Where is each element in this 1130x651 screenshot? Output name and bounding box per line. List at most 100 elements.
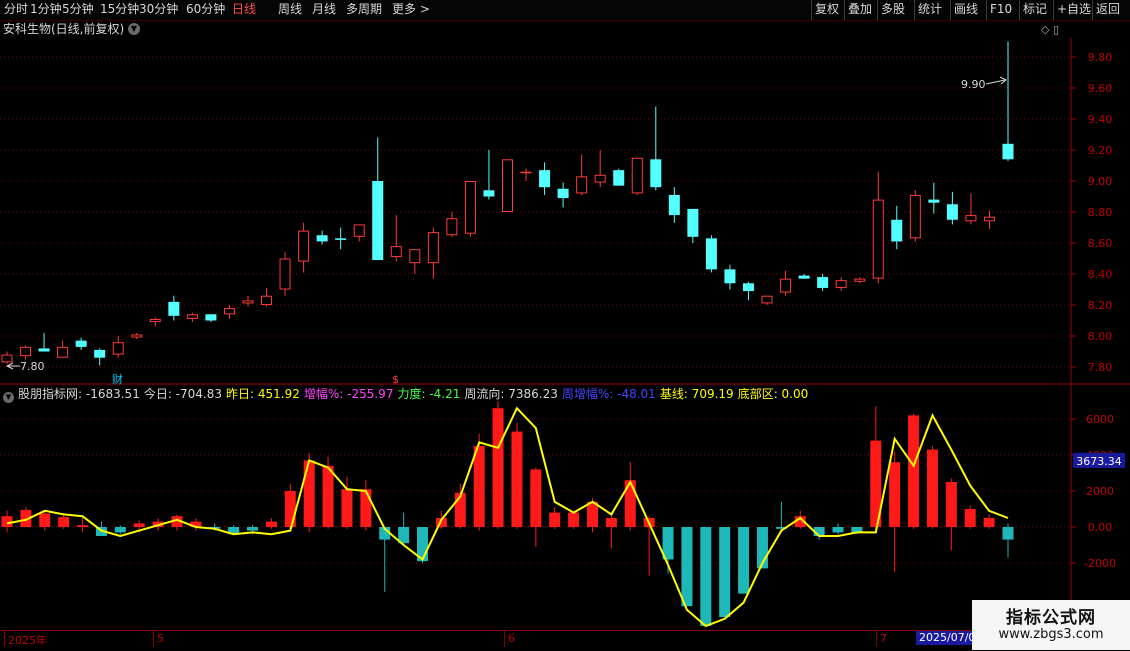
toolbar-button-7[interactable]: +自选 [1057,1,1091,18]
indicator-bar [549,512,561,527]
indicator-bar [926,449,938,527]
period-tab-1[interactable]: 1分钟 [30,1,62,18]
indicator-bar [1,516,13,527]
candle-down [94,349,106,358]
date-label: 2025年 [8,634,47,647]
min-price-label: 7.80 [20,360,45,373]
price-chart: 9.80 9.60 9.40 9.20 9.00 8.80 8.60 8.40 8.20 8.00… [0,38,1130,385]
finance-marker[interactable]: 财 [112,372,123,385]
period-tab-9[interactable]: 多周期 [346,1,382,18]
date-tick [876,631,877,647]
candle-down [928,199,940,203]
candle-up [520,171,532,174]
candle-down [316,235,328,242]
candle-down [687,208,699,237]
current-value-label: 3673.34 [1076,455,1122,468]
pane-settings-icon[interactable]: ◇ ▯ [1041,23,1059,36]
candle-up [835,280,847,288]
indicator-bar [492,408,504,527]
period-toolbar: 分时 1分钟 5分钟 15分钟 30分钟 60分钟 日线 周线 月线 多周期 更多 > 复权 叠加 多股统… [0,0,1130,21]
toolbar-button-6[interactable]: 标记 [1023,1,1047,18]
candle-down [75,340,87,347]
toolbar-button-3[interactable]: 统计 [918,1,942,18]
indicator-bar [945,482,957,527]
watermark-sub: www.zbgs3.com [998,627,1104,642]
price-tick-label: 9.80 [1088,51,1113,64]
period-tab-7[interactable]: 周线 [278,1,302,18]
candle-up [390,246,402,257]
toolbar-button-2[interactable]: 多股 [881,1,905,18]
indicator-bar [1002,527,1014,540]
candle-up [854,278,866,282]
indicator-bar [889,462,901,527]
candle-up [983,216,995,222]
toolbar-separator [1053,0,1054,20]
max-price-label: 9.90 [961,78,986,91]
watermark-main: 指标公式网 [1006,608,1096,628]
date-label: 5 [157,632,164,645]
candle-down [742,283,754,292]
period-tab-8[interactable]: 月线 [312,1,336,18]
candle-up [279,258,291,290]
indicator-bar [738,527,750,594]
candle-down [705,238,717,270]
candle-up [446,218,458,236]
indicator-tick-label: -2000 [1084,557,1116,570]
candle-down [372,181,384,261]
indicator-bar [908,415,920,527]
toolbar-button-5[interactable]: F10 [990,1,1012,18]
price-tick-label: 8.80 [1088,206,1113,219]
toolbar-button-8[interactable]: 返回 [1096,1,1120,18]
event-marker[interactable]: $ [392,373,399,385]
candle-up [594,174,606,183]
period-tab-0[interactable]: 分时 [4,1,28,18]
indicator-bar [700,527,712,626]
indicator-bar [605,518,617,527]
indicator-bar [77,525,89,527]
period-tab-5[interactable]: 60分钟 [186,1,225,18]
price-tick-label: 9.60 [1088,82,1113,95]
title-dropdown-icon[interactable]: ▼ [128,23,140,35]
candle-up [761,295,773,304]
candle-down [539,170,551,188]
price-tick-label: 8.40 [1088,268,1113,281]
candle-down [205,314,217,321]
toolbar-separator [1092,0,1093,20]
indicator-bar [303,460,315,527]
period-tab-2[interactable]: 5分钟 [62,1,94,18]
candle-up [872,199,884,279]
indicator-bar [586,501,598,527]
toolbar-separator [877,0,878,20]
candle-down [557,188,569,199]
price-tick-label: 8.00 [1088,330,1113,343]
date-tick [4,631,5,647]
candle-up [186,314,198,319]
period-tab-4[interactable]: 30分钟 [139,1,178,18]
candle-up [131,334,143,338]
candle-up [464,181,476,234]
candle-down [724,269,736,284]
indicator-bar [265,521,277,527]
candle-up [909,194,921,239]
indicator-bar [681,527,693,607]
price-tick-label: 9.00 [1088,175,1113,188]
candle-up [409,249,421,264]
candle-down [650,159,662,188]
candle-down [1002,143,1014,160]
period-tab-6[interactable]: 日线 [232,1,256,18]
toolbar-button-1[interactable]: 叠加 [848,1,872,18]
candle-up [223,308,235,315]
toolbar-button-0[interactable]: 复权 [815,1,839,18]
date-badge: 2025/07/0 [916,631,979,645]
indicator-bar [983,518,995,527]
toolbar-button-4[interactable]: 画线 [954,1,978,18]
period-tab-3[interactable]: 15分钟 [100,1,139,18]
indicator-bar [247,527,259,531]
toolbar-separator [914,0,915,20]
watermark: 指标公式网 www.zbgs3.com [972,600,1130,650]
date-label: 7 [880,632,887,645]
candle-up [20,346,32,357]
period-tab-10[interactable]: 更多 > [392,1,430,18]
indicator-bar [58,517,70,527]
indicator-bar [473,446,485,527]
